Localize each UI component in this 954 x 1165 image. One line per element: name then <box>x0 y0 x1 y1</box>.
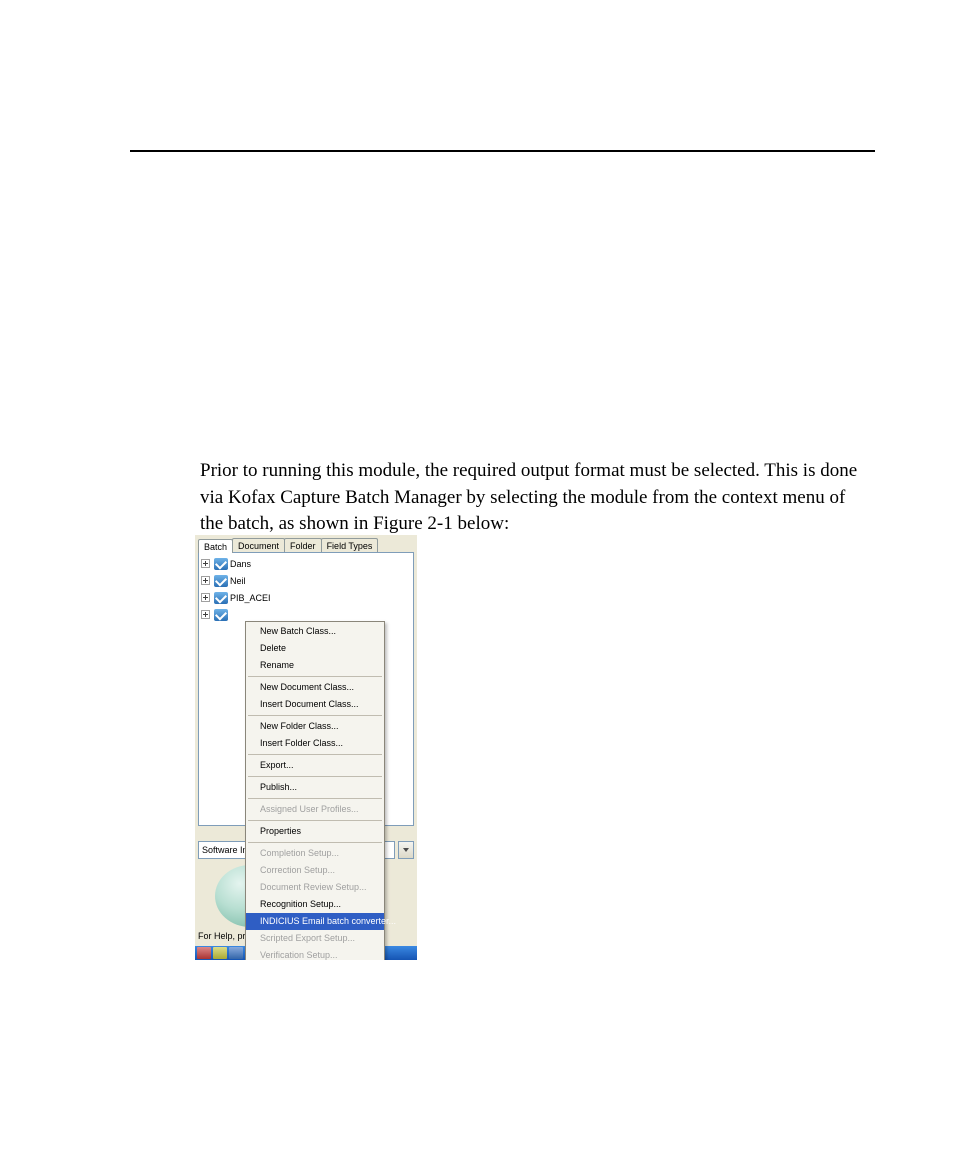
context-menu: New Batch Class... Delete Rename New Doc… <box>245 621 385 960</box>
menu-indicius-email-converter[interactable]: INDICIUS Email batch converter... <box>246 913 384 930</box>
tab-batch[interactable]: Batch <box>198 539 233 553</box>
tab-folder[interactable]: Folder <box>284 538 322 552</box>
menu-completion-setup: Completion Setup... <box>246 845 384 862</box>
menu-properties[interactable]: Properties <box>246 823 384 840</box>
menu-document-review-setup: Document Review Setup... <box>246 879 384 896</box>
menu-separator <box>248 715 382 716</box>
menu-separator <box>248 820 382 821</box>
menu-assigned-user-profiles: Assigned User Profiles... <box>246 801 384 818</box>
menu-separator <box>248 754 382 755</box>
tree-item[interactable]: PIB_ACEI <box>201 589 413 606</box>
menu-scripted-export-setup: Scripted Export Setup... <box>246 930 384 947</box>
batch-icon <box>214 592 228 604</box>
expand-icon[interactable] <box>201 559 210 568</box>
menu-separator <box>248 798 382 799</box>
task-icon[interactable] <box>197 947 211 959</box>
combo-dropdown-button[interactable] <box>398 841 414 859</box>
tab-document[interactable]: Document <box>232 538 285 552</box>
tree-item[interactable]: Neil <box>201 572 413 589</box>
menu-insert-document-class[interactable]: Insert Document Class... <box>246 696 384 713</box>
tree-label: Neil <box>230 576 246 586</box>
menu-new-folder-class[interactable]: New Folder Class... <box>246 718 384 735</box>
menu-recognition-setup[interactable]: Recognition Setup... <box>246 896 384 913</box>
menu-correction-setup: Correction Setup... <box>246 862 384 879</box>
menu-new-document-class[interactable]: New Document Class... <box>246 679 384 696</box>
body-paragraph: Prior to running this module, the requir… <box>200 458 870 538</box>
menu-separator <box>248 676 382 677</box>
menu-insert-folder-class[interactable]: Insert Folder Class... <box>246 735 384 752</box>
embedded-screenshot: Batch Document Folder Field Types Dans N… <box>195 535 417 960</box>
menu-separator <box>248 776 382 777</box>
menu-separator <box>248 842 382 843</box>
tab-field-types[interactable]: Field Types <box>321 538 379 552</box>
expand-icon[interactable] <box>201 593 210 602</box>
batch-icon <box>214 575 228 587</box>
expand-icon[interactable] <box>201 610 210 619</box>
batch-icon <box>214 609 228 621</box>
horizontal-rule <box>130 150 875 152</box>
task-icon[interactable] <box>213 947 227 959</box>
menu-delete[interactable]: Delete <box>246 640 384 657</box>
expand-icon[interactable] <box>201 576 210 585</box>
menu-rename[interactable]: Rename <box>246 657 384 674</box>
task-icon[interactable] <box>229 947 243 959</box>
menu-publish[interactable]: Publish... <box>246 779 384 796</box>
tab-strip: Batch Document Folder Field Types <box>195 535 417 552</box>
tree-item[interactable]: Dans <box>201 555 413 572</box>
tree-label: Dans <box>230 559 251 569</box>
document-page: Prior to running this module, the requir… <box>0 0 954 1165</box>
menu-export[interactable]: Export... <box>246 757 384 774</box>
batch-icon <box>214 558 228 570</box>
menu-verification-setup: Verification Setup... <box>246 947 384 960</box>
tree-label: PIB_ACEI <box>230 593 271 603</box>
menu-new-batch-class[interactable]: New Batch Class... <box>246 623 384 640</box>
